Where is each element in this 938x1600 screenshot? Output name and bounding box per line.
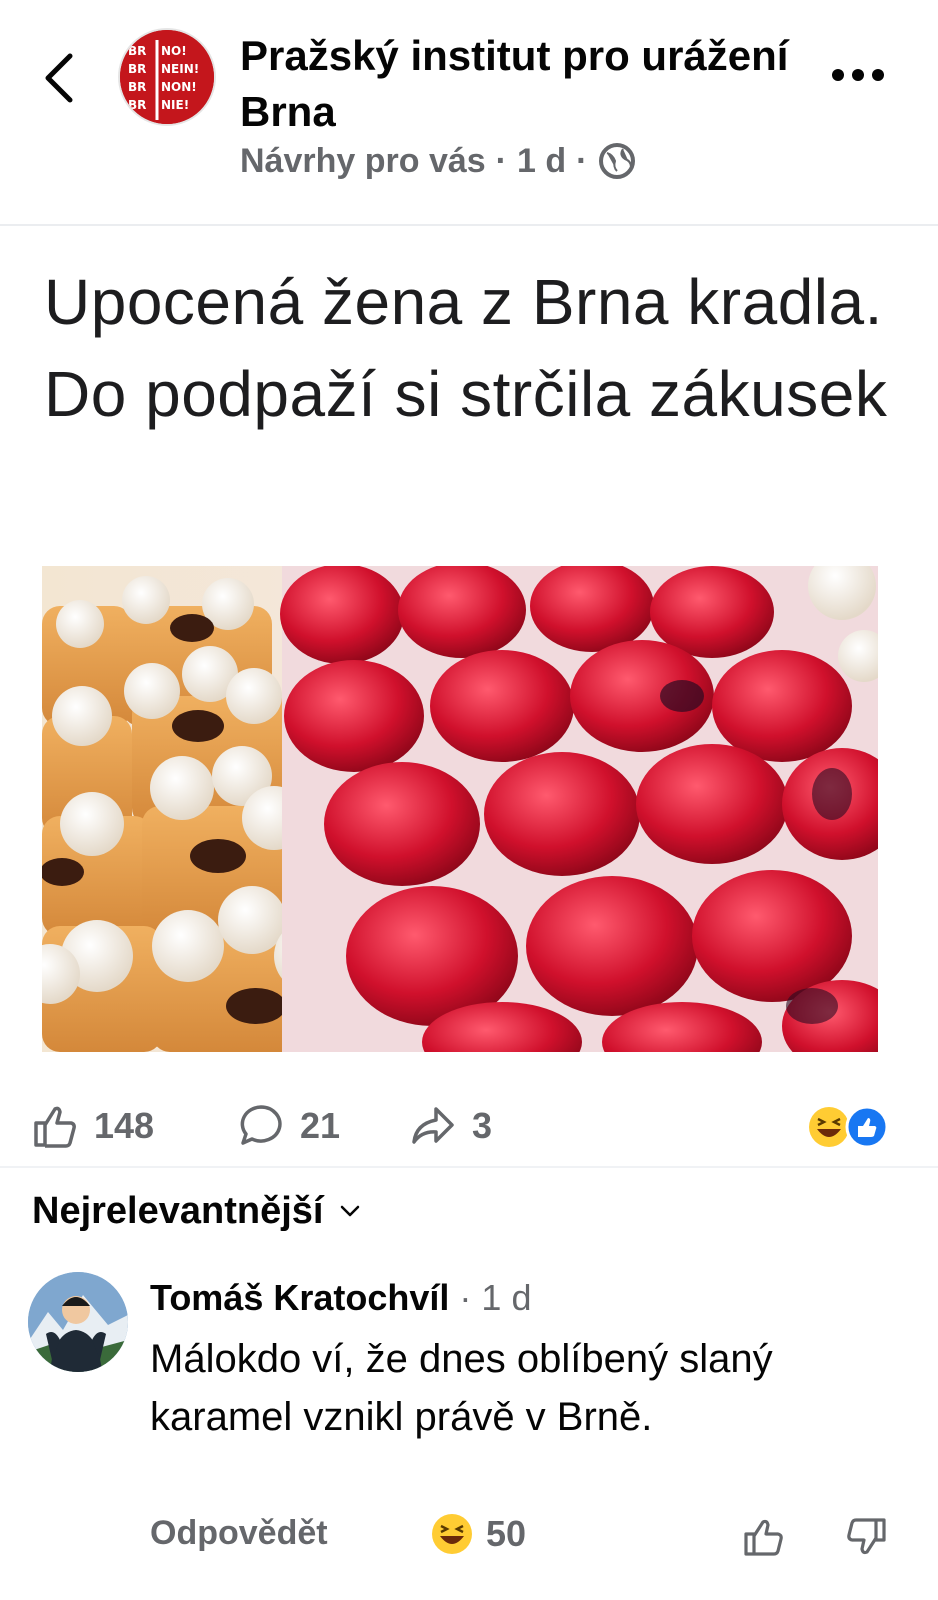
post-content[interactable]: Upocená žena z Brna kradla. Do podpaží s… bbox=[0, 226, 938, 1086]
page-avatar[interactable]: BR NO! BR NEIN! BR NON! BR NIE! bbox=[118, 28, 216, 126]
pastries-image bbox=[42, 566, 878, 1052]
post-meta: Návrhy pro vás · 1 d · bbox=[240, 137, 637, 185]
comment-reactions[interactable]: 50 bbox=[430, 1512, 526, 1556]
chevron-left-icon bbox=[45, 53, 73, 103]
svg-text:NEIN!: NEIN! bbox=[161, 62, 199, 76]
chevron-down-icon bbox=[341, 1205, 360, 1217]
comment-icon bbox=[240, 1105, 282, 1145]
avatar-image bbox=[28, 1272, 128, 1372]
more-dot bbox=[852, 69, 864, 81]
comment-reaction-count: 50 bbox=[486, 1513, 527, 1554]
comment-dislike-button[interactable] bbox=[840, 1512, 890, 1562]
more-dots-icon bbox=[832, 69, 844, 81]
page-name[interactable]: Pražský institut pro urážení Brna bbox=[240, 28, 800, 140]
back-button[interactable] bbox=[36, 48, 86, 108]
thumbs-down-icon bbox=[847, 1518, 886, 1555]
comment-actions: Odpovědět 50 bbox=[150, 1508, 890, 1568]
like-reaction-icon bbox=[845, 1105, 889, 1149]
svg-text:NIE!: NIE! bbox=[161, 98, 189, 112]
comment-text: Málokdo ví, že dnes oblíbený slaný karam… bbox=[150, 1337, 773, 1439]
svg-text:BR: BR bbox=[128, 44, 146, 58]
svg-text:NO!: NO! bbox=[161, 44, 187, 58]
svg-text:BR: BR bbox=[128, 62, 146, 76]
suggestion-label: Návrhy pro vás bbox=[240, 141, 486, 180]
sort-label: Nejrelevantnější bbox=[32, 1189, 324, 1232]
comment-button[interactable]: 21 bbox=[236, 1096, 340, 1156]
comment-author[interactable]: Tomáš Kratochvíl bbox=[150, 1277, 449, 1319]
page-logo: BR NO! BR NEIN! BR NON! BR NIE! bbox=[120, 30, 214, 124]
comment-header: Tomáš Kratochvíl · 1 d bbox=[150, 1274, 531, 1322]
comment-like-button[interactable] bbox=[740, 1512, 790, 1562]
like-button[interactable]: 148 bbox=[30, 1096, 154, 1156]
comment-time[interactable]: 1 d bbox=[481, 1277, 531, 1319]
svg-text:NON!: NON! bbox=[161, 80, 197, 94]
post-time[interactable]: 1 d bbox=[517, 142, 566, 181]
svg-text:BR: BR bbox=[128, 80, 146, 94]
post-headline: Upocená žena z Brna kradla. Do podpaží s… bbox=[44, 266, 888, 430]
post-stats-bar: 148 21 3 bbox=[0, 1086, 938, 1166]
pastries-photo[interactable] bbox=[42, 566, 878, 1052]
commenter-avatar[interactable] bbox=[28, 1272, 128, 1372]
laughing-emoji-icon bbox=[809, 1107, 849, 1147]
post-header: BR NO! BR NEIN! BR NON! BR NIE! Pražský inst… bbox=[0, 0, 938, 225]
reaction-icons bbox=[809, 1105, 889, 1149]
svg-text:BR: BR bbox=[128, 98, 146, 112]
more-options-button[interactable] bbox=[832, 60, 888, 90]
comment-count: 21 bbox=[300, 1105, 341, 1146]
comments-sort-dropdown[interactable]: Nejrelevantnější bbox=[32, 1183, 361, 1239]
reply-button[interactable]: Odpovědět bbox=[150, 1514, 328, 1553]
meta-separator: · bbox=[576, 141, 588, 180]
comment-separator: · bbox=[459, 1277, 472, 1318]
reaction-summary[interactable] bbox=[806, 1104, 890, 1150]
like-count: 148 bbox=[94, 1105, 155, 1146]
globe-icon bbox=[599, 143, 636, 179]
more-dot bbox=[872, 69, 884, 81]
meta-separator: · bbox=[495, 141, 507, 180]
like-icon bbox=[34, 1106, 76, 1148]
share-icon bbox=[412, 1107, 454, 1144]
share-button[interactable]: 3 bbox=[408, 1096, 492, 1156]
share-count: 3 bbox=[472, 1105, 493, 1146]
laughing-emoji-icon bbox=[432, 1514, 472, 1554]
divider bbox=[0, 1166, 938, 1168]
thumbs-up-icon bbox=[744, 1519, 783, 1556]
